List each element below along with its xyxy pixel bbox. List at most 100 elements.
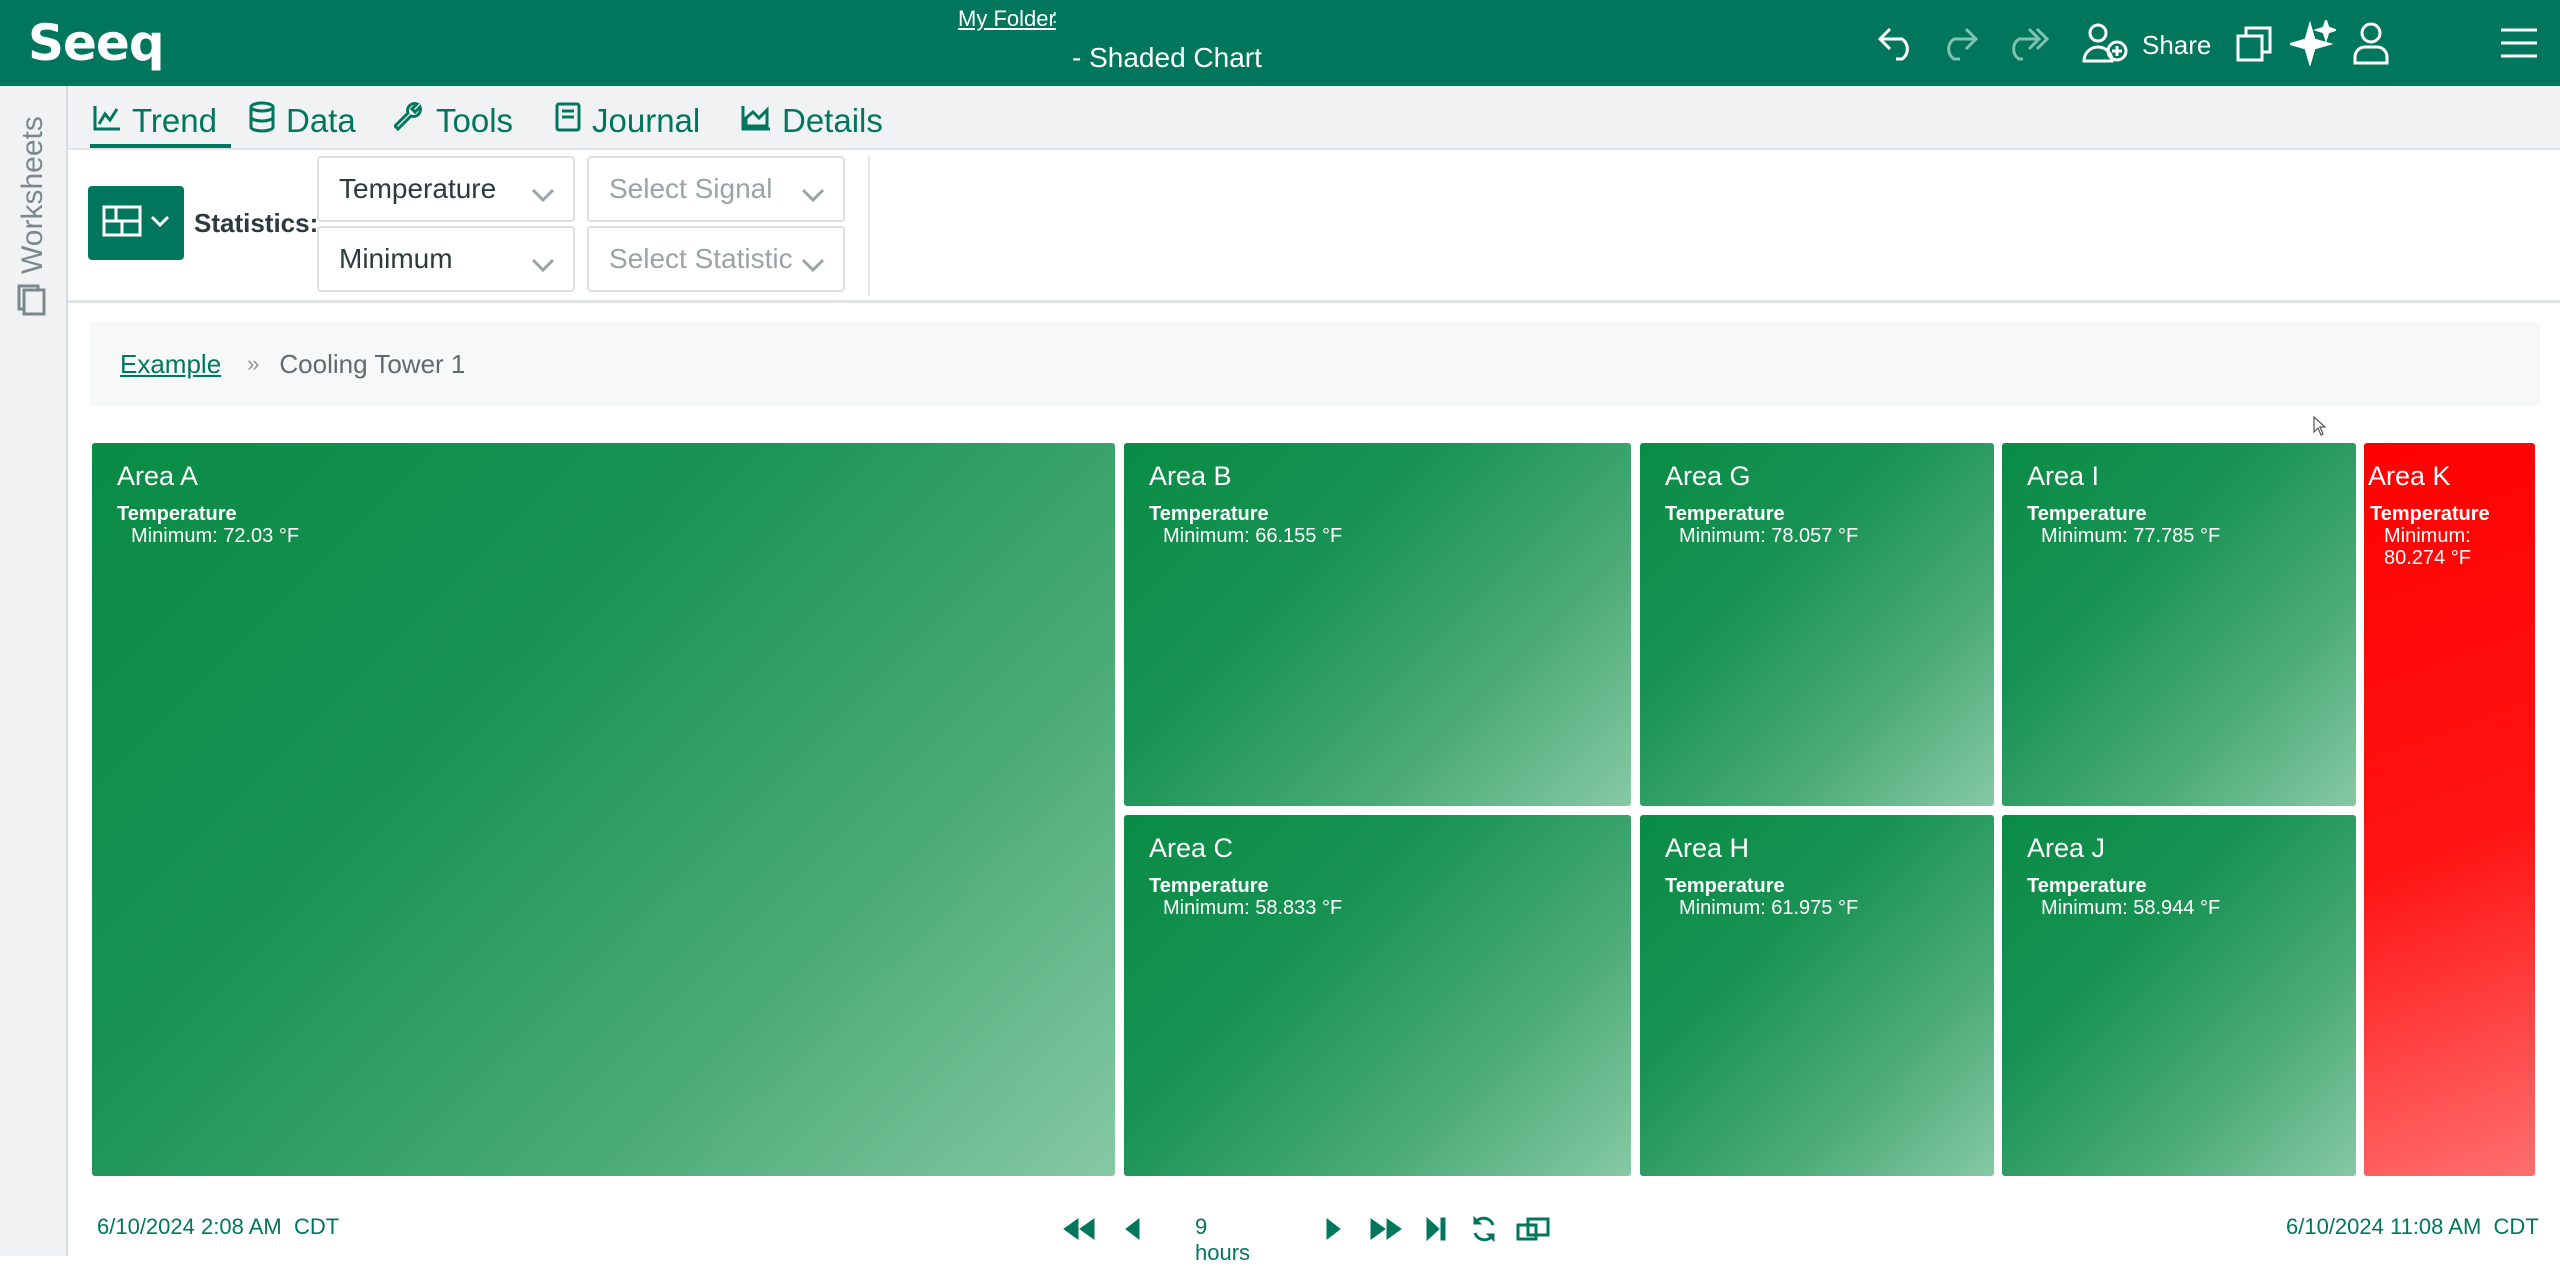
tile-name: Area A bbox=[117, 461, 199, 491]
tile-signal: Temperature bbox=[1665, 503, 1785, 525]
journal-icon bbox=[554, 101, 582, 141]
tab-data[interactable]: Data bbox=[248, 98, 356, 144]
tile-name: Area K bbox=[2368, 461, 2451, 491]
step-forward-icon[interactable] bbox=[1314, 1212, 1352, 1246]
end-timezone: CDT bbox=[2493, 1214, 2539, 1239]
seeq-logo[interactable]: Seeq bbox=[28, 14, 165, 72]
display-range-start[interactable]: 6/10/2024 2:08 AM CDT bbox=[97, 1214, 339, 1240]
tile-signal: Temperature bbox=[117, 503, 237, 525]
undo-icon[interactable] bbox=[1872, 18, 1922, 68]
breadcrumb-link[interactable]: Example bbox=[120, 349, 221, 380]
start-timezone: CDT bbox=[293, 1214, 340, 1239]
tile-signal: Temperature bbox=[1149, 875, 1269, 897]
statistic-select-1[interactable]: Minimum bbox=[317, 226, 575, 292]
tile-name: Area G bbox=[1665, 461, 1751, 491]
refresh-icon[interactable] bbox=[1465, 1212, 1503, 1246]
layout-icon bbox=[102, 205, 142, 242]
hamburger-menu-icon[interactable] bbox=[2494, 18, 2544, 68]
tile-name: Area J bbox=[2027, 833, 2106, 863]
tile-statistic: Minimum: 80.274 °F bbox=[2384, 525, 2471, 569]
display-duration[interactable]: 9 hours bbox=[1195, 1214, 1250, 1266]
tile-signal: Temperature bbox=[2027, 503, 2147, 525]
database-icon bbox=[248, 101, 276, 141]
tile-signal: Temperature bbox=[1149, 503, 1269, 525]
document-title[interactable]: - Shaded Chart bbox=[1072, 42, 1262, 74]
signal-select-1[interactable]: Temperature bbox=[317, 156, 575, 222]
breadcrumb-separator: » bbox=[247, 351, 260, 376]
select-value: Temperature bbox=[339, 173, 497, 204]
skip-to-now-icon[interactable] bbox=[1417, 1212, 1455, 1246]
toolbar-divider bbox=[868, 156, 870, 296]
signal-select-2[interactable]: Select Signal bbox=[587, 156, 845, 222]
chevron-down-icon bbox=[801, 178, 825, 210]
tile-statistic: Minimum: 66.155 °F bbox=[1163, 525, 1343, 547]
chevron-down-icon bbox=[150, 214, 170, 233]
start-time: 6/10/2024 2:08 AM bbox=[97, 1214, 282, 1239]
treemap-tile-area-a[interactable]: Area A Temperature Minimum: 72.03 °F bbox=[92, 443, 1115, 1176]
tile-statistic: Minimum: 58.944 °F bbox=[2041, 897, 2221, 919]
tab-bar: Trend Data Tools Journal Details bbox=[68, 86, 2560, 150]
treemap-tile-area-b[interactable]: Area B Temperature Minimum: 66.155 °F bbox=[1124, 443, 1631, 806]
user-icon[interactable] bbox=[2346, 18, 2396, 68]
chevron-down-icon bbox=[531, 248, 555, 280]
end-time: 6/10/2024 11:08 AM bbox=[2286, 1214, 2482, 1239]
tile-statistic: Minimum: 61.975 °F bbox=[1679, 897, 1859, 919]
window-icon[interactable] bbox=[2230, 18, 2280, 68]
tile-statistic: Minimum: 72.03 °F bbox=[131, 525, 300, 547]
mouse-cursor bbox=[2313, 415, 2327, 441]
top-bar: Seeq My Folder : - Shaded Chart Share bbox=[0, 0, 2560, 86]
treemap-toolbar: Statistics: Temperature Select Signal Mi… bbox=[68, 150, 2560, 303]
tile-signal: Temperature bbox=[1665, 875, 1785, 897]
tile-statistic: Minimum: 78.057 °F bbox=[1679, 525, 1859, 547]
step-forward-full-icon[interactable] bbox=[1367, 1212, 1405, 1246]
breadcrumb: Example » Cooling Tower 1 bbox=[90, 322, 2540, 406]
tile-name: Area I bbox=[2027, 461, 2100, 491]
treemap-tile-area-h[interactable]: Area H Temperature Minimum: 61.975 °F bbox=[1640, 815, 1994, 1176]
tab-label: Trend bbox=[132, 102, 217, 139]
tab-details[interactable]: Details bbox=[740, 98, 883, 144]
treemap-tile-area-k[interactable]: Area K Temperature Minimum: 80.274 °F bbox=[2364, 443, 2535, 1176]
ai-sparkle-icon[interactable] bbox=[2288, 18, 2338, 68]
tab-label: Journal bbox=[592, 102, 701, 139]
tile-signal: Temperature bbox=[2370, 503, 2490, 525]
folder-link[interactable]: My Folder bbox=[958, 6, 1056, 32]
tab-label: Details bbox=[782, 102, 883, 139]
select-value: Minimum bbox=[339, 243, 453, 274]
treemap-tile-area-g[interactable]: Area G Temperature Minimum: 78.057 °F bbox=[1640, 443, 1994, 806]
share-button[interactable]: Share bbox=[2142, 30, 2211, 61]
breadcrumb-current: Cooling Tower 1 bbox=[279, 348, 466, 379]
add-user-icon[interactable] bbox=[2080, 18, 2130, 68]
display-range-end[interactable]: 6/10/2024 11:08 AM CDT bbox=[2286, 1214, 2539, 1240]
tile-name: Area H bbox=[1665, 833, 1750, 863]
tile-statistic: Minimum: 77.785 °F bbox=[2041, 525, 2221, 547]
worksheets-sidebar: Worksheets bbox=[0, 86, 68, 1256]
treemap-tile-area-j[interactable]: Area J Temperature Minimum: 58.944 °F bbox=[2002, 815, 2356, 1176]
worksheets-toggle[interactable]: Worksheets bbox=[0, 86, 66, 346]
treemap-tile-area-c[interactable]: Area C Temperature Minimum: 58.833 °F bbox=[1124, 815, 1631, 1176]
tab-journal[interactable]: Journal bbox=[554, 98, 700, 144]
folder-separator: : bbox=[1052, 6, 1058, 28]
select-placeholder: Select Signal bbox=[609, 173, 773, 204]
select-placeholder: Select Statistic bbox=[609, 243, 793, 274]
chevron-down-icon bbox=[531, 178, 555, 210]
redo-icon[interactable] bbox=[1934, 18, 1984, 68]
tab-trend[interactable]: Trend bbox=[90, 98, 231, 148]
line-chart-icon bbox=[92, 102, 122, 140]
tile-name: Area C bbox=[1149, 833, 1234, 863]
redo-all-icon[interactable] bbox=[2002, 18, 2052, 68]
worksheets-icon bbox=[14, 284, 50, 321]
statistic-select-2[interactable]: Select Statistic bbox=[587, 226, 845, 292]
tab-tools[interactable]: Tools bbox=[392, 98, 514, 144]
step-back-full-icon[interactable] bbox=[1060, 1212, 1098, 1246]
tab-label: Data bbox=[286, 102, 356, 139]
tile-signal: Temperature bbox=[2027, 875, 2147, 897]
tab-label: Tools bbox=[436, 102, 514, 139]
area-chart-icon bbox=[740, 102, 772, 140]
step-back-icon[interactable] bbox=[1114, 1212, 1152, 1246]
worksheets-label: Worksheets bbox=[16, 116, 49, 274]
display-range-toggle-icon[interactable] bbox=[1514, 1212, 1552, 1246]
statistics-label: Statistics: bbox=[194, 208, 319, 238]
treemap-tile-area-i[interactable]: Area I Temperature Minimum: 77.785 °F bbox=[2002, 443, 2356, 806]
layout-dropdown-button[interactable] bbox=[88, 186, 184, 260]
tile-name: Area B bbox=[1149, 461, 1232, 491]
